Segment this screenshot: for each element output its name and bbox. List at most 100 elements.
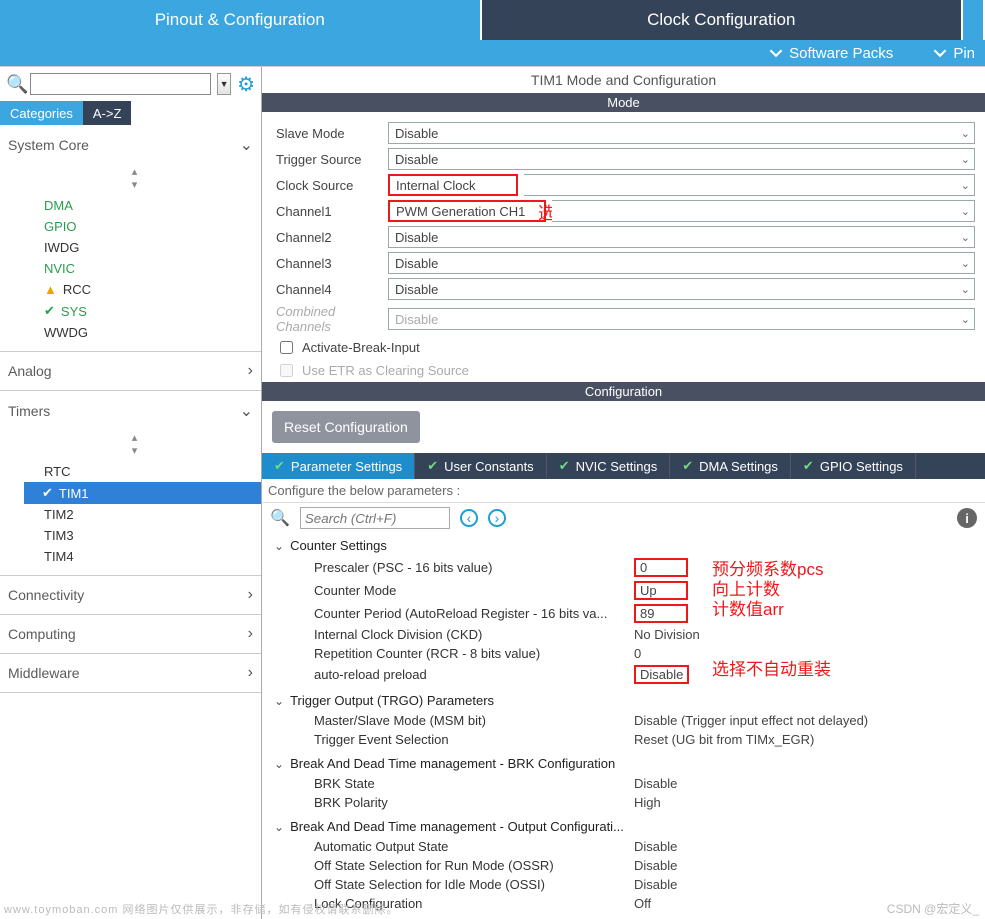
value-lock[interactable]: Off (634, 896, 651, 911)
tab-parameter-settings[interactable]: ✔Parameter Settings (262, 453, 415, 479)
param-search-input[interactable] (300, 507, 450, 529)
value-ossr[interactable]: Disable (634, 858, 677, 873)
select-clock-source-ext[interactable]: ⌄ (524, 174, 975, 196)
value-rcr[interactable]: 0 (634, 646, 641, 661)
value-autoreload[interactable]: Disable (634, 665, 689, 684)
tab-pinout[interactable]: Pinout & Configuration (0, 0, 482, 40)
cat-connectivity[interactable]: Connectivity› (0, 576, 261, 614)
software-packs-dropdown[interactable]: Software Packs (769, 45, 893, 62)
checkbox-break-input[interactable]: Activate-Break-Input (276, 338, 420, 357)
csdn-credit: CSDN @宏定义_ (887, 900, 979, 917)
sidebar-item-sys[interactable]: ✔SYS (38, 300, 261, 322)
value-brk-state[interactable]: Disable (634, 776, 677, 791)
label-combined: Combined Channels (276, 304, 382, 334)
chevron-right-icon: › (248, 362, 253, 380)
sidebar-search-input[interactable] (30, 73, 211, 95)
cat-timers[interactable]: Timers⌄ (0, 391, 261, 431)
subbar: Software Packs Pin (0, 40, 985, 66)
group-output[interactable]: ⌄Break And Dead Time management - Output… (274, 816, 979, 837)
tab-user-constants[interactable]: ✔User Constants (415, 453, 547, 479)
pinout-label: Pin (953, 45, 975, 62)
tab-dma-settings[interactable]: ✔DMA Settings (670, 453, 791, 479)
select-clock-source[interactable]: Internal Clock (388, 174, 518, 196)
search-dropdown-icon[interactable]: ▼ (217, 73, 231, 95)
watermark: www.toymoban.com 网络图片仅供展示，非存储，如有侵权请联系删除。 (4, 901, 398, 917)
select-slave-mode[interactable]: Disable⌄ (388, 122, 975, 144)
parameter-list: ⌄Counter Settings Prescaler (PSC - 16 bi… (262, 533, 985, 919)
select-channel1[interactable]: PWM Generation CH1 (388, 200, 546, 222)
check-icon: ✔ (44, 303, 55, 319)
select-channel1-ext[interactable]: ⌄ (552, 200, 975, 222)
sidebar-item-tim1[interactable]: ✔TIM1 (24, 482, 261, 504)
sidebar-item-iwdg[interactable]: IWDG (38, 237, 261, 258)
sidebar-item-tim3[interactable]: TIM3 (38, 525, 261, 546)
value-tes[interactable]: Reset (UG bit from TIMx_EGR) (634, 732, 814, 747)
label-channel3: Channel3 (276, 256, 382, 271)
info-icon[interactable]: i (957, 508, 977, 528)
chevron-down-icon (769, 46, 783, 60)
section-configuration: Configuration (262, 382, 985, 401)
sidebar-item-wwdg[interactable]: WWDG (38, 322, 261, 343)
chevron-down-icon: ⌄ (240, 135, 253, 155)
view-categories[interactable]: Categories (0, 101, 83, 125)
chevron-down-icon: ⌄ (274, 820, 284, 834)
reset-configuration-button[interactable]: Reset Configuration (272, 411, 420, 443)
label-trigger-source: Trigger Source (276, 152, 382, 167)
check-icon: ✔ (427, 458, 438, 474)
gear-icon[interactable]: ⚙ (237, 72, 255, 97)
label-channel1: Channel1 (276, 204, 382, 219)
group-counter[interactable]: ⌄Counter Settings (274, 535, 979, 556)
value-aos[interactable]: Disable (634, 839, 677, 854)
chevron-down-icon: ⌄ (961, 231, 970, 244)
value-ckd[interactable]: No Division (634, 627, 700, 642)
check-icon: ✔ (559, 458, 570, 474)
view-az[interactable]: A->Z (83, 101, 132, 125)
cat-system-core[interactable]: System Core⌄ (0, 125, 261, 165)
group-brk[interactable]: ⌄Break And Dead Time management - BRK Co… (274, 753, 979, 774)
tab-gpio-settings[interactable]: ✔GPIO Settings (791, 453, 916, 479)
select-channel2[interactable]: Disable⌄ (388, 226, 975, 248)
value-prescaler[interactable]: 0 (634, 558, 688, 577)
tab-nvic-settings[interactable]: ✔NVIC Settings (547, 453, 671, 479)
chevron-right-icon: › (248, 625, 253, 643)
value-counter-period[interactable]: 89 (634, 604, 688, 623)
value-msm[interactable]: Disable (Trigger input effect not delaye… (634, 713, 868, 728)
sidebar-item-tim2[interactable]: TIM2 (38, 504, 261, 525)
label-prescaler: Prescaler (PSC - 16 bits value) (314, 560, 634, 575)
cat-computing[interactable]: Computing› (0, 615, 261, 653)
value-counter-mode[interactable]: Up (634, 581, 688, 600)
group-trgo[interactable]: ⌄Trigger Output (TRGO) Parameters (274, 690, 979, 711)
next-icon[interactable]: › (488, 509, 506, 527)
pinout-dropdown[interactable]: Pin (933, 45, 975, 62)
config-description: Configure the below parameters : (262, 479, 985, 503)
tab-extra[interactable] (963, 0, 985, 40)
chevron-down-icon: ⌄ (961, 283, 970, 296)
cat-analog[interactable]: Analog› (0, 352, 261, 390)
select-channel3[interactable]: Disable⌄ (388, 252, 975, 274)
select-trigger-source[interactable]: Disable⌄ (388, 148, 975, 170)
chevron-down-icon: ⌄ (961, 313, 970, 326)
select-channel4[interactable]: Disable⌄ (388, 278, 975, 300)
checkbox-break-input-box[interactable] (280, 341, 293, 354)
sidebar-item-rtc[interactable]: RTC (38, 461, 261, 482)
cat-middleware[interactable]: Middleware› (0, 654, 261, 692)
sidebar-item-dma[interactable]: DMA (38, 195, 261, 216)
sidebar-item-gpio[interactable]: GPIO (38, 216, 261, 237)
page-title: TIM1 Mode and Configuration (262, 67, 985, 93)
sidebar-item-tim4[interactable]: TIM4 (38, 546, 261, 567)
search-icon[interactable]: 🔍 (270, 508, 290, 528)
sidebar-item-nvic[interactable]: NVIC (38, 258, 261, 279)
search-icon[interactable]: 🔍 (6, 74, 24, 95)
sidebar-item-rcc[interactable]: ▲RCC (38, 279, 261, 300)
chevron-down-icon: ⌄ (274, 694, 284, 708)
tab-clock[interactable]: Clock Configuration (482, 0, 964, 40)
checkbox-etr-clearing: Use ETR as Clearing Source (276, 361, 469, 380)
value-ossi[interactable]: Disable (634, 877, 677, 892)
label-counter-mode: Counter Mode (314, 583, 634, 598)
check-circle-icon: ✔ (42, 485, 53, 501)
chevron-down-icon: ⌄ (274, 757, 284, 771)
label-brk-state: BRK State (314, 776, 634, 791)
prev-icon[interactable]: ‹ (460, 509, 478, 527)
value-brk-polarity[interactable]: High (634, 795, 661, 810)
annotation-arp: 选择不自动重装 (712, 655, 831, 680)
